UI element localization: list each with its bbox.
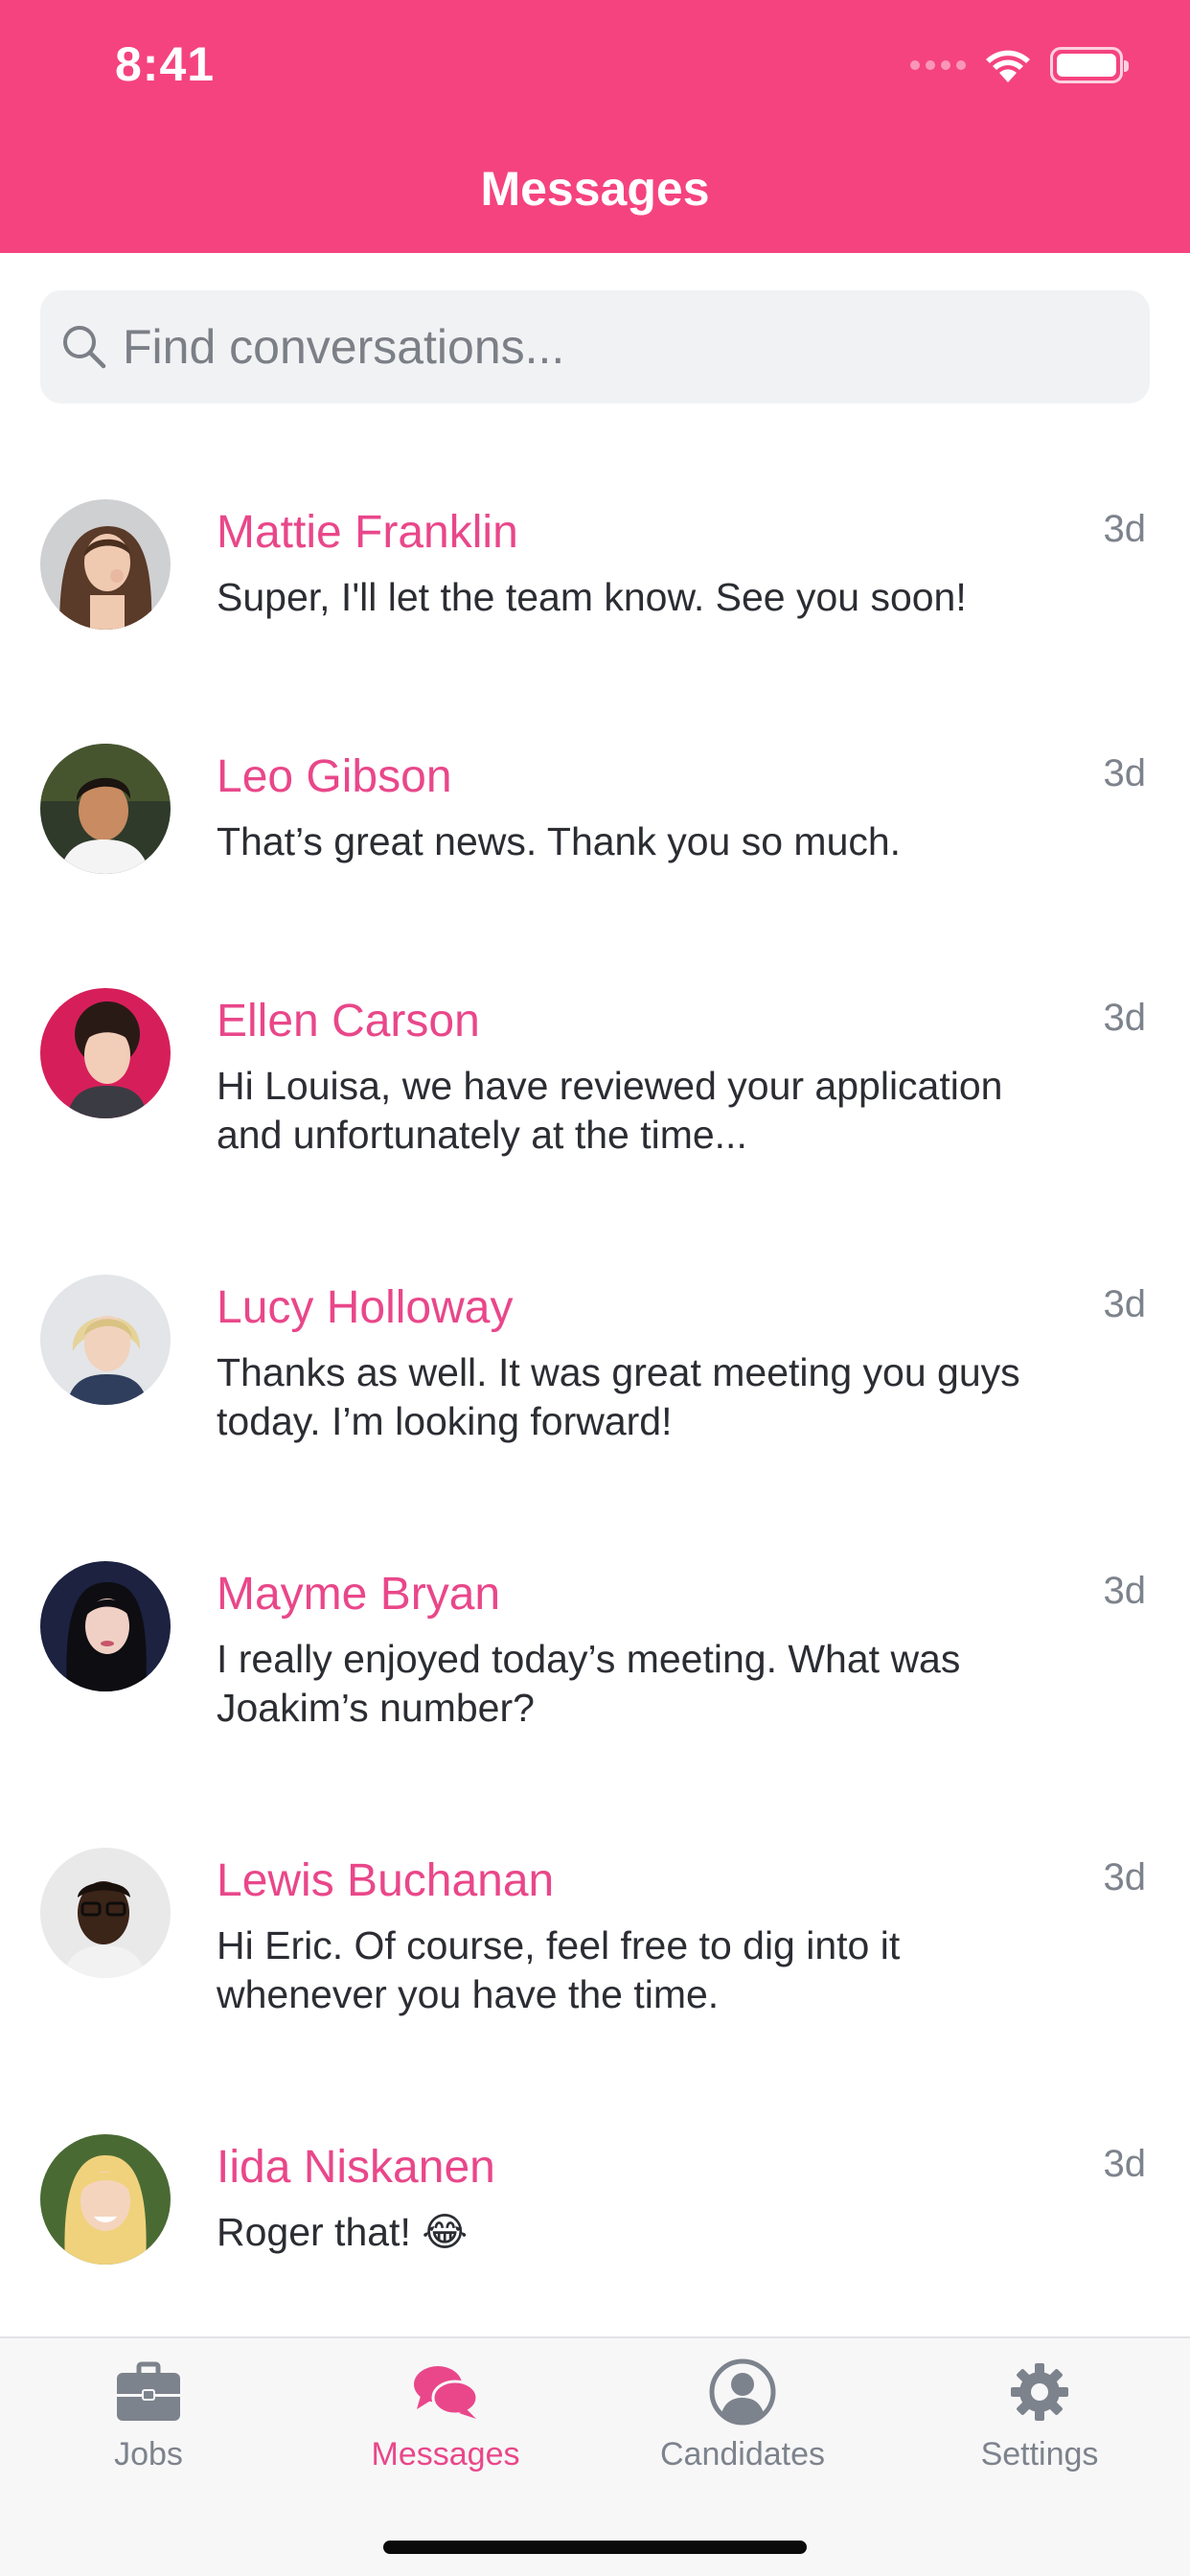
avatar — [40, 744, 171, 874]
tab-candidates[interactable]: Candidates — [594, 2338, 891, 2492]
conversation-name: Mayme Bryan — [217, 1569, 501, 1620]
conversation-time: 3d — [1103, 508, 1147, 550]
avatar — [40, 499, 171, 630]
tab-jobs[interactable]: Jobs — [0, 2338, 297, 2492]
tab-label: Settings — [980, 2436, 1099, 2472]
conversation-name: Iida Niskanen — [217, 2142, 495, 2193]
conversation-time: 3d — [1103, 1856, 1147, 1898]
avatar — [40, 2134, 171, 2265]
conversation-time: 3d — [1103, 997, 1147, 1039]
conversation-preview: That’s great news. Thank you so much. — [217, 819, 902, 863]
tab-settings[interactable]: Settings — [891, 2338, 1188, 2492]
conversation-item[interactable]: Mattie Franklin Super, I'll let the team… — [0, 460, 1190, 690]
home-indicator — [383, 2541, 807, 2554]
conversation-time: 3d — [1103, 2143, 1147, 2185]
tab-label: Candidates — [659, 2436, 825, 2472]
conversation-name: Leo Gibson — [217, 751, 452, 802]
avatar — [40, 988, 171, 1118]
conversation-item[interactable]: Mayme Bryan I really enjoyed today’s mee… — [0, 1522, 1190, 1809]
briefcase-icon — [117, 2361, 180, 2421]
conversation-preview: Hi Louisa, we have reviewed your applica… — [217, 1064, 1003, 1157]
app-header: 8:41 Messages — [0, 0, 1190, 253]
tab-label: Messages — [371, 2436, 520, 2472]
gear-icon — [1011, 2363, 1068, 2421]
conversation-item[interactable]: Iida Niskanen Roger that! 😂 3d — [0, 2095, 1190, 2334]
conversation-time: 3d — [1103, 1283, 1147, 1325]
cellular-signal-icon — [910, 60, 966, 70]
avatar — [40, 1848, 171, 1978]
messages-screen: 8:41 Messages Find conversations... Matt… — [0, 0, 1190, 2576]
conversation-name: Lewis Buchanan — [217, 1855, 555, 1906]
conversation-preview: Hi Eric. Of course, feel free to dig int… — [217, 1923, 901, 2016]
wifi-icon — [986, 50, 1030, 82]
conversation-name: Ellen Carson — [217, 996, 480, 1046]
avatar — [40, 1275, 171, 1405]
conversation-item[interactable]: Leo Gibson That’s great news. Thank you … — [0, 704, 1190, 934]
conversation-preview: Roger that! 😂 — [217, 2210, 469, 2254]
conversation-name: Mattie Franklin — [217, 507, 518, 558]
conversation-preview: I really enjoyed today’s meeting. What w… — [217, 1637, 961, 1730]
tab-label: Jobs — [114, 2436, 183, 2472]
search-bar[interactable] — [40, 290, 1150, 403]
status-time: 8:41 — [115, 37, 216, 91]
avatar — [40, 1561, 171, 1691]
conversation-item[interactable]: Ellen Carson Hi Louisa, we have reviewed… — [0, 949, 1190, 1236]
page-title: Messages — [480, 162, 710, 216]
search-icon — [63, 326, 106, 369]
chat-bubbles-icon — [414, 2366, 479, 2419]
battery-icon — [1050, 47, 1129, 83]
conversation-item[interactable]: Lewis Buchanan Hi Eric. Of course, feel … — [0, 1808, 1190, 2096]
tab-messages[interactable]: Messages — [297, 2338, 594, 2492]
conversation-name: Lucy Holloway — [217, 1282, 514, 1333]
status-icons — [910, 46, 1129, 84]
conversation-preview: Thanks as well. It was great meeting you… — [217, 1350, 1020, 1443]
conversation-time: 3d — [1103, 1570, 1147, 1612]
conversation-time: 3d — [1103, 752, 1147, 794]
conversation-preview: Super, I'll let the team know. See you s… — [217, 575, 967, 619]
search-input[interactable] — [123, 319, 1119, 375]
conversation-item[interactable]: Lucy Holloway Thanks as well. It was gre… — [0, 1235, 1190, 1523]
user-circle-icon — [709, 2358, 776, 2426]
